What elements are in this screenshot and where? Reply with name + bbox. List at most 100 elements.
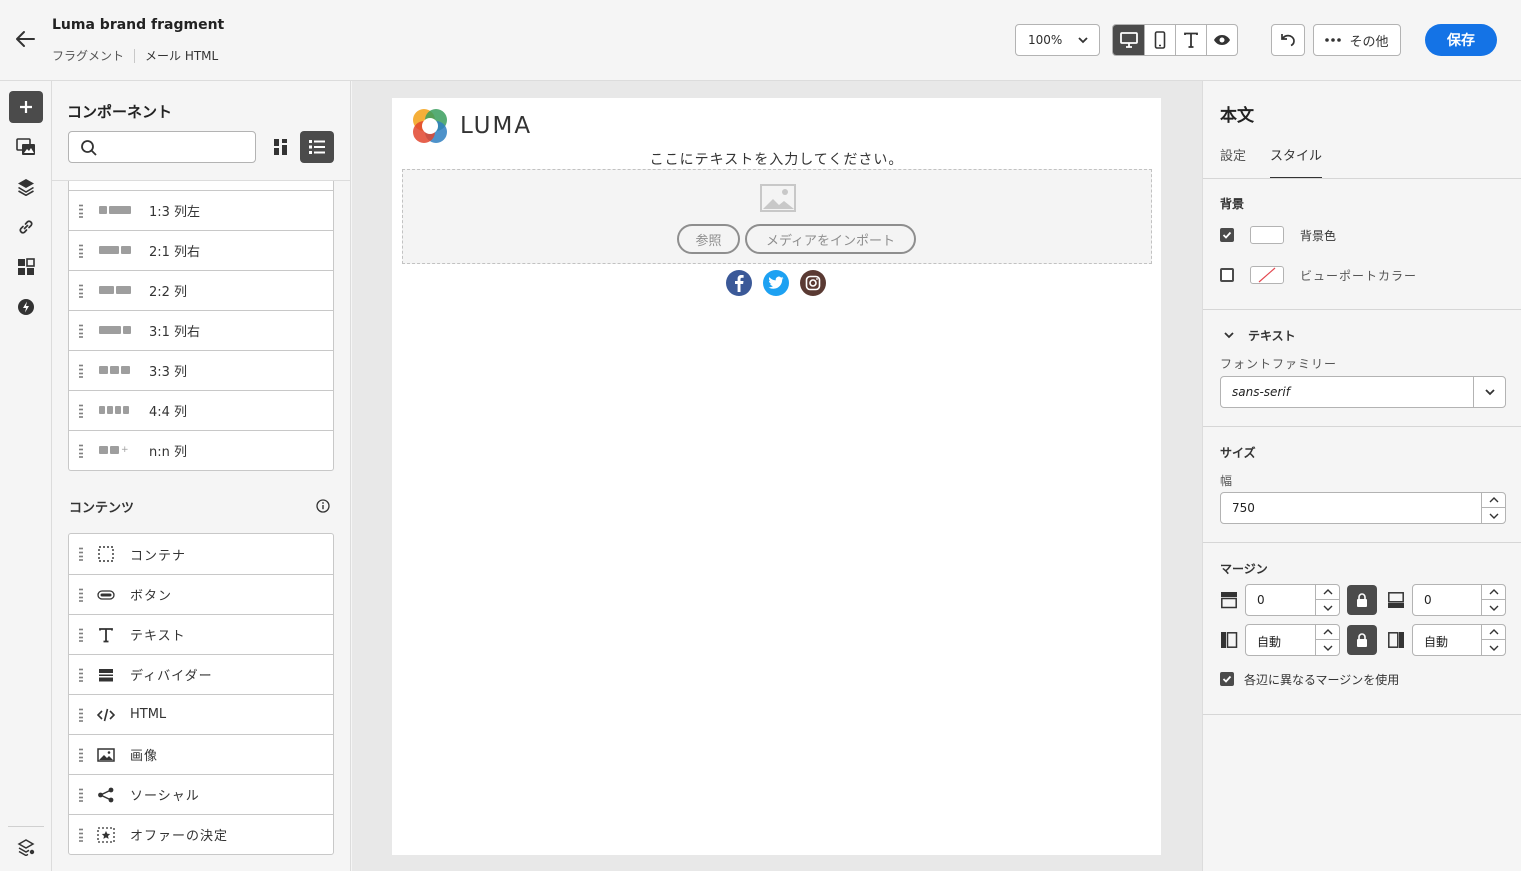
margin-left-stepper[interactable] [1315,625,1339,655]
stepper-down[interactable] [1482,508,1505,523]
chevron-up-icon [1489,589,1498,595]
structure-item-3-1-right[interactable]: 3:1 列右 [69,310,333,350]
desktop-view-button[interactable] [1113,25,1144,55]
section-divider [1203,542,1521,543]
save-button[interactable]: 保存 [1425,24,1497,56]
width-stepper[interactable] [1481,493,1505,523]
section-divider [1203,309,1521,310]
share-icon [97,786,115,804]
drag-handle-icon [79,668,83,682]
margin-top-stepper[interactable] [1315,585,1339,615]
stepper-down[interactable] [1482,600,1505,615]
no-color-icon [1258,267,1276,283]
stepper-up[interactable] [1482,493,1505,508]
section-divider [1203,714,1521,715]
text-section-title[interactable]: テキスト [1248,327,1296,344]
instagram-icon[interactable] [800,270,826,296]
viewport-color-swatch[interactable] [1250,266,1284,284]
zoom-select[interactable]: 100% [1015,24,1100,56]
content-item-html[interactable]: HTML [69,694,333,734]
view-mode-group [1112,24,1238,56]
background-section-title: 背景 [1220,197,1245,211]
different-margins-checkbox[interactable] [1220,672,1234,686]
drag-handle-icon [79,828,83,842]
browse-button[interactable]: 参照 [677,224,740,254]
chevron-up-icon [1323,629,1332,635]
content-item-text[interactable]: テキスト [69,614,333,654]
width-input[interactable]: 750 [1220,492,1506,524]
different-margins-label: 各辺に異なるマージンを使用 [1244,673,1400,687]
luma-logo[interactable]: LUMA [410,106,532,146]
margin-bottom-input[interactable]: 0 [1412,584,1506,616]
margin-right-input[interactable]: 自動 [1412,624,1506,656]
import-media-button[interactable]: メディアをインポート [745,224,916,254]
content-item-divider[interactable]: ディバイダー [69,654,333,694]
dynamic-content-rail-button[interactable] [9,291,43,323]
margin-left-input[interactable]: 自動 [1245,624,1340,656]
info-icon[interactable] [316,499,330,513]
layers-rail-button[interactable] [9,171,43,203]
undo-button[interactable] [1271,24,1305,56]
components-rail-button[interactable] [9,91,43,123]
content-item-button[interactable]: ボタン [69,574,333,614]
content-item-social[interactable]: ソーシャル [69,774,333,814]
viewport-color-checkbox[interactable] [1220,268,1234,282]
more-button[interactable]: その他 [1313,24,1401,56]
margin-lock-button[interactable] [1347,625,1377,655]
margin-bottom-stepper[interactable] [1481,585,1505,615]
chevron-down-icon[interactable] [1223,330,1235,340]
grid-view-button[interactable] [264,131,298,163]
column-layout-icon [99,286,131,296]
content-label: 画像 [130,749,159,764]
bg-color-checkbox[interactable] [1220,228,1234,242]
preview-button[interactable] [1206,25,1237,55]
margin-top-input[interactable]: 0 [1245,584,1340,616]
drag-handle-icon [79,404,83,418]
facebook-icon[interactable] [726,270,752,296]
bg-color-swatch[interactable] [1250,226,1284,244]
structure-item-2-1-right[interactable]: 2:1 列右 [69,230,333,270]
fragments-rail-button[interactable] [9,251,43,283]
settings-rail-button[interactable] [9,831,43,863]
component-search-input[interactable] [68,131,256,163]
twitter-icon[interactable] [763,270,789,296]
margin-right-stepper[interactable] [1481,625,1505,655]
stepper-down[interactable] [1316,600,1339,615]
dropdown-button[interactable] [1473,377,1505,407]
structure-item-3-3[interactable]: 3:3 列 [69,350,333,390]
content-item-container[interactable]: コンテナ [69,534,333,574]
desktop-icon [1119,32,1138,48]
content-item-offer-decision[interactable]: オファーの決定 [69,814,333,854]
image-placeholder[interactable]: 参照 メディアをインポート [402,169,1152,264]
column-layout-icon [99,406,129,416]
assets-rail-button[interactable] [9,131,43,163]
undo-icon [1281,34,1295,47]
stepper-down[interactable] [1482,640,1505,655]
stepper-up[interactable] [1482,625,1505,640]
stepper-up[interactable] [1482,585,1505,600]
structure-item-1-3-left[interactable]: 1:3 列左 [69,190,333,230]
mobile-view-button[interactable] [1144,25,1175,55]
structure-item-n-n[interactable]: + n:n 列 [69,430,333,470]
list-view-button[interactable] [300,131,334,163]
stepper-up[interactable] [1316,625,1339,640]
breadcrumb-item-fragments[interactable]: フラグメント [52,47,124,64]
stepper-down[interactable] [1316,640,1339,655]
font-family-select[interactable]: sans-serif [1220,376,1506,408]
stepper-up[interactable] [1316,585,1339,600]
properties-title: 本文 [1220,106,1254,126]
link-icon [19,220,33,234]
viewport-color-label: ビューポートカラー [1300,269,1418,283]
email-canvas[interactable]: LUMA ここにテキストを入力してください。 参照 メディアをインポート [392,98,1161,855]
text-block[interactable]: ここにテキストを入力してください。 [392,149,1161,169]
structure-item-2-2[interactable]: 2:2 列 [69,270,333,310]
margin-lock-button[interactable] [1347,585,1377,615]
links-rail-button[interactable] [9,211,43,243]
text-view-button[interactable] [1175,25,1206,55]
content-item-image[interactable]: 画像 [69,734,333,774]
content-label: ボタン [130,589,173,604]
tab-settings[interactable]: 設定 [1220,145,1246,179]
back-arrow-icon[interactable] [14,30,38,50]
tab-style[interactable]: スタイル [1270,145,1323,179]
structure-item-4-4[interactable]: 4:4 列 [69,390,333,430]
